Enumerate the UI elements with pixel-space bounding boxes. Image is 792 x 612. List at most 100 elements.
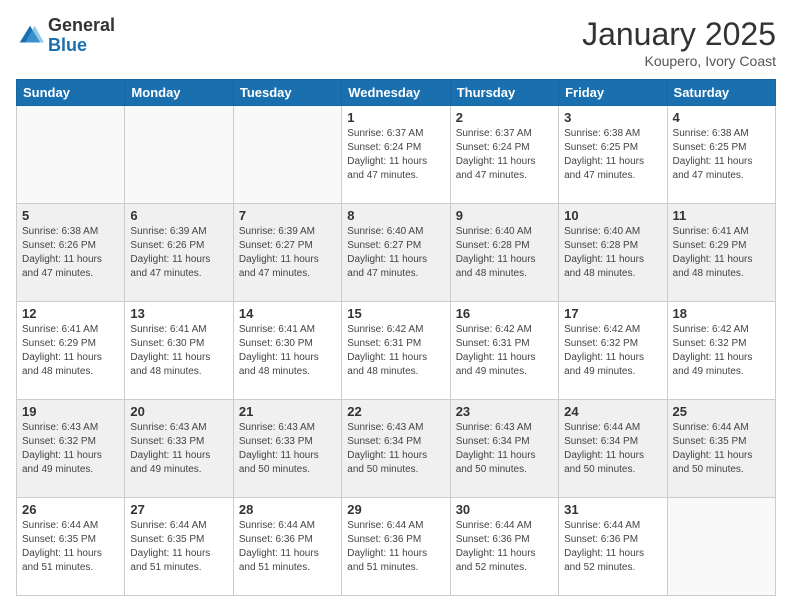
day-number: 29 bbox=[347, 502, 444, 517]
day-info: Sunrise: 6:43 AMSunset: 6:33 PMDaylight:… bbox=[239, 421, 336, 477]
month-title: January 2025 bbox=[582, 16, 776, 53]
calendar-cell: 2Sunrise: 6:37 AMSunset: 6:24 PMDaylight… bbox=[450, 106, 558, 204]
calendar-cell: 3Sunrise: 6:38 AMSunset: 6:25 PMDaylight… bbox=[559, 106, 667, 204]
day-info: Sunrise: 6:37 AMSunset: 6:24 PMDaylight:… bbox=[456, 127, 553, 183]
day-info: Sunrise: 6:43 AMSunset: 6:34 PMDaylight:… bbox=[347, 421, 444, 477]
day-info: Sunrise: 6:38 AMSunset: 6:25 PMDaylight:… bbox=[673, 127, 770, 183]
weekday-header-thursday: Thursday bbox=[450, 80, 558, 106]
day-info: Sunrise: 6:44 AMSunset: 6:36 PMDaylight:… bbox=[564, 519, 661, 575]
day-info: Sunrise: 6:44 AMSunset: 6:36 PMDaylight:… bbox=[347, 519, 444, 575]
day-info: Sunrise: 6:44 AMSunset: 6:34 PMDaylight:… bbox=[564, 421, 661, 477]
calendar-cell: 31 Sunrise: 6:44 AMSunset: 6:36 PMDayligh… bbox=[559, 498, 667, 596]
calendar-table: SundayMondayTuesdayWednesdayThursdayFrid… bbox=[16, 79, 776, 596]
week-row-4: 19 Sunrise: 6:43 AMSunset: 6:32 PMDayligh… bbox=[17, 400, 776, 498]
calendar-cell: 11 Sunrise: 6:41 AMSunset: 6:29 PMDayligh… bbox=[667, 204, 775, 302]
day-number: 26 bbox=[22, 502, 119, 517]
day-info: Sunrise: 6:40 AMSunset: 6:28 PMDaylight:… bbox=[564, 225, 661, 281]
weekday-header-monday: Monday bbox=[125, 80, 233, 106]
day-number: 23 bbox=[456, 404, 553, 419]
calendar-cell: 12Sunrise: 6:41 AMSunset: 6:29 PMDayligh… bbox=[17, 302, 125, 400]
calendar-cell: 23 Sunrise: 6:43 AMSunset: 6:34 PMDayligh… bbox=[450, 400, 558, 498]
weekday-header-saturday: Saturday bbox=[667, 80, 775, 106]
day-info: Sunrise: 6:44 AMSunset: 6:35 PMDaylight:… bbox=[130, 519, 227, 575]
calendar-cell: 7 Sunrise: 6:39 AMSunset: 6:27 PMDaylight… bbox=[233, 204, 341, 302]
day-info: Sunrise: 6:42 AMSunset: 6:31 PMDaylight:… bbox=[456, 323, 553, 379]
week-row-3: 12Sunrise: 6:41 AMSunset: 6:29 PMDayligh… bbox=[17, 302, 776, 400]
weekday-header-friday: Friday bbox=[559, 80, 667, 106]
day-info: Sunrise: 6:43 AMSunset: 6:32 PMDaylight:… bbox=[22, 421, 119, 477]
day-info: Sunrise: 6:43 AMSunset: 6:34 PMDaylight:… bbox=[456, 421, 553, 477]
day-number: 7 bbox=[239, 208, 336, 223]
title-block: January 2025 Koupero, Ivory Coast bbox=[582, 16, 776, 69]
day-number: 20 bbox=[130, 404, 227, 419]
day-number: 25 bbox=[673, 404, 770, 419]
day-info: Sunrise: 6:42 AMSunset: 6:31 PMDaylight:… bbox=[347, 323, 444, 379]
calendar-cell: 24 Sunrise: 6:44 AMSunset: 6:34 PMDayligh… bbox=[559, 400, 667, 498]
day-info: Sunrise: 6:43 AMSunset: 6:33 PMDaylight:… bbox=[130, 421, 227, 477]
day-info: Sunrise: 6:44 AMSunset: 6:36 PMDaylight:… bbox=[239, 519, 336, 575]
calendar-cell: 21 Sunrise: 6:43 AMSunset: 6:33 PMDayligh… bbox=[233, 400, 341, 498]
calendar-cell: 27 Sunrise: 6:44 AMSunset: 6:35 PMDayligh… bbox=[125, 498, 233, 596]
day-number: 8 bbox=[347, 208, 444, 223]
day-number: 22 bbox=[347, 404, 444, 419]
day-info: Sunrise: 6:39 AMSunset: 6:27 PMDaylight:… bbox=[239, 225, 336, 281]
day-number: 28 bbox=[239, 502, 336, 517]
page: General Blue January 2025 Koupero, Ivory… bbox=[0, 0, 792, 612]
logo-general: General bbox=[48, 15, 115, 35]
weekday-header-tuesday: Tuesday bbox=[233, 80, 341, 106]
logo-blue: Blue bbox=[48, 35, 87, 55]
day-number: 31 bbox=[564, 502, 661, 517]
weekday-header-sunday: Sunday bbox=[17, 80, 125, 106]
calendar-cell: 16 Sunrise: 6:42 AMSunset: 6:31 PMDayligh… bbox=[450, 302, 558, 400]
day-number: 16 bbox=[456, 306, 553, 321]
day-info: Sunrise: 6:37 AMSunset: 6:24 PMDaylight:… bbox=[347, 127, 444, 183]
day-number: 10 bbox=[564, 208, 661, 223]
calendar-cell: 30 Sunrise: 6:44 AMSunset: 6:36 PMDayligh… bbox=[450, 498, 558, 596]
day-info: Sunrise: 6:39 AMSunset: 6:26 PMDaylight:… bbox=[130, 225, 227, 281]
calendar-cell: 28 Sunrise: 6:44 AMSunset: 6:36 PMDayligh… bbox=[233, 498, 341, 596]
calendar-cell bbox=[667, 498, 775, 596]
calendar-cell bbox=[233, 106, 341, 204]
day-number: 3 bbox=[564, 110, 661, 125]
day-info: Sunrise: 6:41 AMSunset: 6:30 PMDaylight:… bbox=[130, 323, 227, 379]
day-info: Sunrise: 6:41 AMSunset: 6:30 PMDaylight:… bbox=[239, 323, 336, 379]
week-row-2: 5Sunrise: 6:38 AMSunset: 6:26 PMDaylight… bbox=[17, 204, 776, 302]
calendar-cell: 25 Sunrise: 6:44 AMSunset: 6:35 PMDayligh… bbox=[667, 400, 775, 498]
calendar-cell bbox=[125, 106, 233, 204]
day-number: 27 bbox=[130, 502, 227, 517]
day-number: 30 bbox=[456, 502, 553, 517]
calendar-cell bbox=[17, 106, 125, 204]
weekday-header-row: SundayMondayTuesdayWednesdayThursdayFrid… bbox=[17, 80, 776, 106]
calendar-cell: 5Sunrise: 6:38 AMSunset: 6:26 PMDaylight… bbox=[17, 204, 125, 302]
day-number: 24 bbox=[564, 404, 661, 419]
calendar-cell: 19 Sunrise: 6:43 AMSunset: 6:32 PMDayligh… bbox=[17, 400, 125, 498]
week-row-1: 1 Sunrise: 6:37 AMSunset: 6:24 PMDaylight… bbox=[17, 106, 776, 204]
calendar-cell: 20 Sunrise: 6:43 AMSunset: 6:33 PMDayligh… bbox=[125, 400, 233, 498]
day-info: Sunrise: 6:44 AMSunset: 6:36 PMDaylight:… bbox=[456, 519, 553, 575]
day-number: 1 bbox=[347, 110, 444, 125]
day-info: Sunrise: 6:42 AMSunset: 6:32 PMDaylight:… bbox=[564, 323, 661, 379]
day-info: Sunrise: 6:44 AMSunset: 6:35 PMDaylight:… bbox=[22, 519, 119, 575]
day-info: Sunrise: 6:41 AMSunset: 6:29 PMDaylight:… bbox=[22, 323, 119, 379]
calendar-cell: 14Sunrise: 6:41 AMSunset: 6:30 PMDayligh… bbox=[233, 302, 341, 400]
day-number: 19 bbox=[22, 404, 119, 419]
day-info: Sunrise: 6:44 AMSunset: 6:35 PMDaylight:… bbox=[673, 421, 770, 477]
day-number: 4 bbox=[673, 110, 770, 125]
calendar-cell: 17Sunrise: 6:42 AMSunset: 6:32 PMDayligh… bbox=[559, 302, 667, 400]
calendar-cell: 13Sunrise: 6:41 AMSunset: 6:30 PMDayligh… bbox=[125, 302, 233, 400]
calendar-cell: 15Sunrise: 6:42 AMSunset: 6:31 PMDayligh… bbox=[342, 302, 450, 400]
day-number: 21 bbox=[239, 404, 336, 419]
calendar-cell: 18Sunrise: 6:42 AMSunset: 6:32 PMDayligh… bbox=[667, 302, 775, 400]
day-info: Sunrise: 6:41 AMSunset: 6:29 PMDaylight:… bbox=[673, 225, 770, 281]
calendar-cell: 4 Sunrise: 6:38 AMSunset: 6:25 PMDaylight… bbox=[667, 106, 775, 204]
day-info: Sunrise: 6:40 AMSunset: 6:28 PMDaylight:… bbox=[456, 225, 553, 281]
calendar-cell: 9 Sunrise: 6:40 AMSunset: 6:28 PMDaylight… bbox=[450, 204, 558, 302]
header: General Blue January 2025 Koupero, Ivory… bbox=[16, 16, 776, 69]
day-number: 11 bbox=[673, 208, 770, 223]
logo: General Blue bbox=[16, 16, 115, 56]
weekday-header-wednesday: Wednesday bbox=[342, 80, 450, 106]
calendar-cell: 10 Sunrise: 6:40 AMSunset: 6:28 PMDayligh… bbox=[559, 204, 667, 302]
logo-icon bbox=[16, 22, 44, 50]
week-row-5: 26 Sunrise: 6:44 AMSunset: 6:35 PMDayligh… bbox=[17, 498, 776, 596]
day-number: 9 bbox=[456, 208, 553, 223]
